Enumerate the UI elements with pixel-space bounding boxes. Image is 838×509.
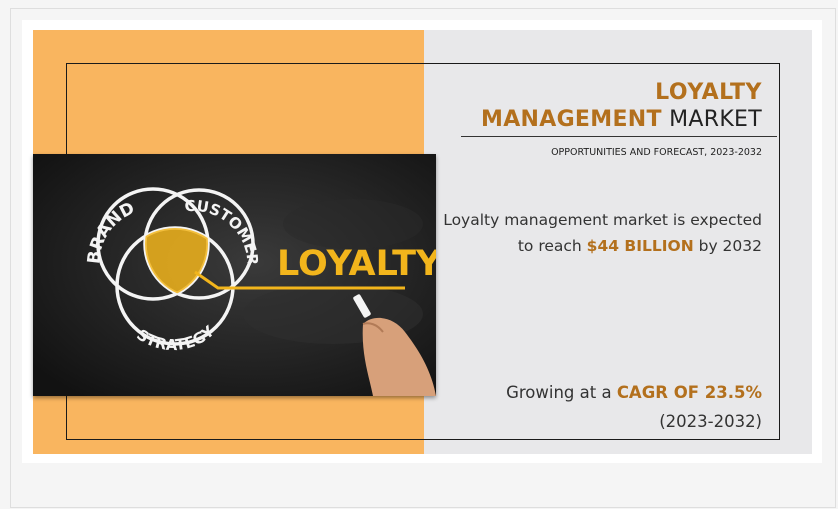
desc-part2: by 2032 [693,237,762,255]
market-size-text: Loyalty management market is expected to… [442,207,762,259]
chalk-loyalty-word: LOYALTY [277,244,436,284]
title-line-2: MANAGEMENT MARKET [481,107,762,132]
growth-period: (2023-2032) [659,412,762,431]
cagr-value: CAGR OF 23.5% [616,383,762,402]
subtitle: OPPORTUNITIES AND FORECAST, 2023-2032 [551,147,762,158]
title-divider [461,136,777,137]
title-rest: MARKET [661,107,762,132]
chalkboard-image: BRAND CUSTOMER STRATEGY LOYALTY [33,154,436,396]
growth-text: Growing at a CAGR OF 23.5% (2023-2032) [442,378,762,436]
growth-part1: Growing at a [506,383,617,402]
title-highlight: MANAGEMENT [481,107,662,132]
market-value: $44 BILLION [586,237,694,255]
title-line-1: LOYALTY [655,80,762,105]
